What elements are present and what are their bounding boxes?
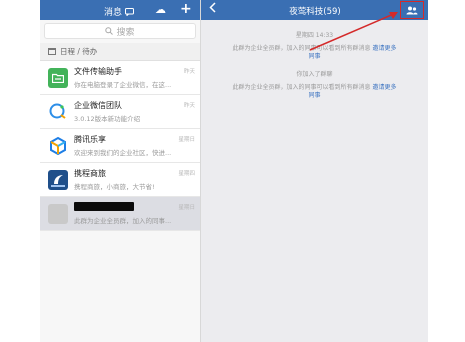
chat-preview: 3.0.12版本新功能介绍: [74, 115, 141, 123]
messages-title: 消息: [104, 8, 123, 18]
chat-preview: 欢迎来到我们的企业社区，快进...: [74, 149, 172, 157]
chat-item-tencent-lexiang[interactable]: 腾讯乐享 欢迎来到我们的企业社区，快进... 星期日: [40, 129, 200, 163]
agenda-label: 日程 / 待办: [60, 47, 98, 56]
joined-notice: 你加入了群聊: [296, 71, 333, 78]
group-avatar: [48, 203, 68, 224]
invite-more-link[interactable]: 邀请更多: [372, 84, 396, 91]
conversation-title: 夜莺科技(59): [289, 7, 341, 17]
chat-name: 腾讯乐享: [74, 135, 106, 144]
chat-time: 昨天: [183, 103, 195, 109]
calendar-icon: [48, 48, 56, 55]
chat-list-header: 消息 ☁ +: [40, 0, 200, 20]
avatar: [48, 101, 68, 122]
chat-item-wecom-team[interactable]: 企业微信团队 3.0.12版本新功能介绍 昨天: [40, 95, 200, 129]
avatar: [48, 135, 68, 156]
messages-tab[interactable]: 消息: [104, 5, 135, 18]
chat-time: 昨天: [183, 69, 195, 75]
search-input[interactable]: 搜索: [44, 23, 196, 39]
chat-preview: 携程商旅，小商旅，大节省!: [74, 183, 155, 191]
chat-name-redacted: [74, 202, 186, 213]
chat-item-company-group[interactable]: 此群为企业全员群，加入的同事... 星期日: [40, 197, 200, 231]
members-icon: [406, 6, 418, 14]
chat-name: 携程商旅: [74, 169, 106, 178]
message-timestamp: 星期四 14:33: [295, 32, 334, 39]
conversation-header: 夜莺科技(59): [201, 0, 428, 20]
folder-icon: [52, 73, 64, 83]
cloud-icon[interactable]: ☁: [155, 3, 166, 16]
avatar: [48, 169, 68, 190]
members-button[interactable]: [400, 1, 424, 19]
conversation-panel: 夜莺科技(59) 星期四 14:33 此群为企业全员群，加入的同事可以看到所有群…: [200, 0, 428, 342]
chat-time: 星期日: [178, 205, 195, 211]
system-message-text: 此群为企业全员群，加入的同事可以看到所有群消息: [232, 84, 371, 91]
chat-list-panel: 消息 ☁ + 搜索 日程 / 待办 文件传输助手 你在电脑登录了企业微信，在这.…: [40, 0, 200, 342]
search-placeholder: 搜索: [116, 27, 135, 38]
chat-preview: 此群为企业全员群，加入的同事...: [74, 217, 172, 225]
agenda-row[interactable]: 日程 / 待办: [40, 43, 200, 61]
chat-bubble-icon: [125, 7, 135, 16]
lexiang-logo-icon: [50, 136, 66, 155]
chat-item-ctrip-business[interactable]: 携程商旅 携程商旅，小商旅，大节省! 星期四: [40, 163, 200, 197]
invite-more-link-cont[interactable]: 同事: [308, 53, 320, 60]
ctrip-logo-icon: [51, 174, 65, 187]
chat-time: 星期日: [178, 137, 195, 143]
system-message-text: 此群为企业全员群，加入的同事可以看到所有群消息: [232, 45, 371, 52]
redaction-bar: [74, 202, 134, 211]
system-message: 此群为企业全员群，加入的同事可以看到所有群消息 邀请更多 同事: [201, 45, 428, 61]
chat-name: 企业微信团队: [74, 101, 122, 110]
chat-name: 文件传输助手: [74, 67, 122, 76]
chat-preview: 你在电脑登录了企业微信，在这...: [74, 81, 172, 89]
search-icon: [105, 27, 114, 35]
avatar: [48, 67, 68, 88]
wecom-logo-icon: [49, 103, 66, 119]
add-button[interactable]: +: [180, 1, 192, 17]
invite-more-link[interactable]: 邀请更多: [372, 45, 396, 52]
system-message: 此群为企业全员群，加入的同事可以看到所有群消息 邀请更多 同事: [201, 84, 428, 100]
invite-more-link-cont[interactable]: 同事: [308, 92, 320, 99]
chat-time: 星期四: [178, 171, 195, 177]
chat-item-file-transfer[interactable]: 文件传输助手 你在电脑登录了企业微信，在这... 昨天: [40, 61, 200, 95]
